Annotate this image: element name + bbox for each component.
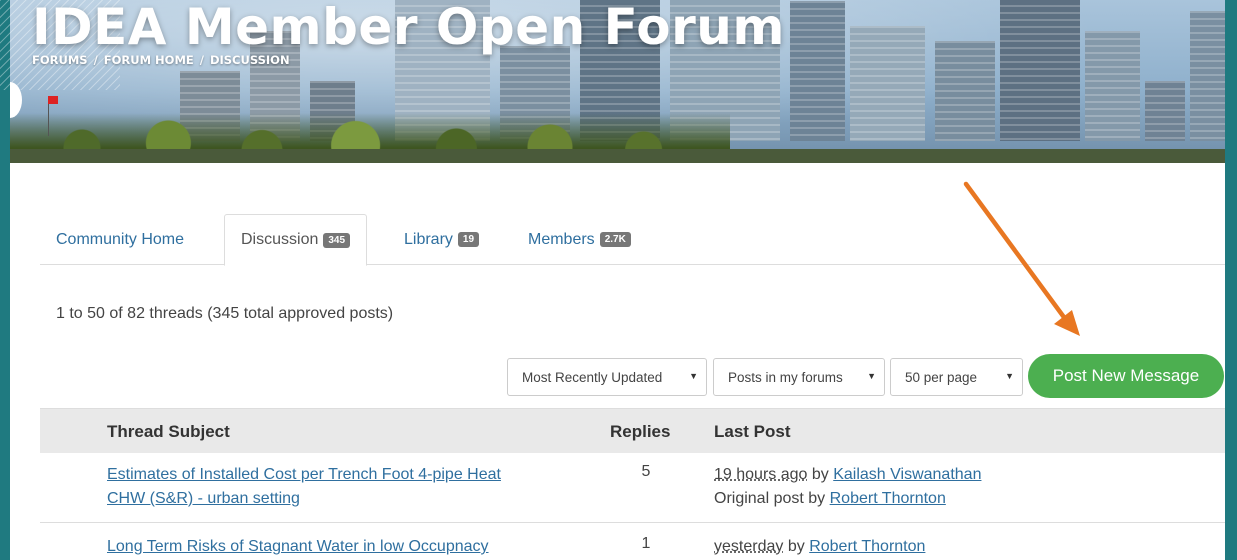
tab-members[interactable]: Members 2.7K: [512, 214, 647, 265]
count-badge: 345: [323, 232, 351, 248]
page: IDEA Member Open Forum FORUMS / FORUM HO…: [10, 0, 1225, 560]
flag-icon: [48, 96, 58, 104]
tab-library[interactable]: Library 19: [388, 214, 495, 265]
per-page-select-value: 50 per page: [905, 369, 978, 385]
caret-down-icon: ▼: [689, 371, 698, 381]
breadcrumb-forum-home[interactable]: FORUM HOME: [104, 53, 194, 67]
frame-edge: [1225, 0, 1237, 560]
thread-count-summary: 1 to 50 of 82 threads (345 total approve…: [56, 305, 394, 322]
per-page-select[interactable]: 50 per page ▼: [890, 358, 1023, 396]
last-post-info: 19 hours ago by Kailash Viswanathan Orig…: [714, 463, 981, 511]
breadcrumb: FORUMS / FORUM HOME / DISCUSSION: [32, 53, 290, 67]
by-text: by: [811, 466, 829, 483]
tab-label: Library: [404, 230, 453, 248]
building: [1085, 31, 1140, 141]
scope-select[interactable]: Posts in my forums ▼: [713, 358, 885, 396]
column-header-subject[interactable]: Thread Subject: [107, 422, 230, 442]
tab-discussion[interactable]: Discussion 345: [224, 214, 368, 266]
forum-title: IDEA Member Open Forum: [32, 0, 785, 56]
building: [935, 41, 995, 141]
post-new-message-button[interactable]: Post New Message: [1028, 354, 1224, 398]
ground: [10, 149, 1225, 163]
count-badge: 19: [457, 232, 480, 247]
by-text: by: [787, 538, 805, 555]
scope-select-value: Posts in my forums: [728, 369, 843, 385]
reply-count: 5: [641, 463, 651, 480]
table-row: Estimates of Installed Cost per Trench F…: [40, 453, 1225, 523]
threads-table-header: Thread Subject Replies Last Post: [40, 408, 1225, 453]
original-post-label: Original post by: [714, 490, 826, 507]
table-row: Long Term Risks of Stagnant Water in low…: [40, 523, 1225, 560]
tab-community-home[interactable]: Community Home: [40, 214, 200, 265]
sort-select[interactable]: Most Recently Updated ▼: [507, 358, 707, 396]
tab-label: Community Home: [56, 230, 185, 248]
building: [1190, 11, 1225, 141]
thread-subject-line: CHW (S&R) - urban setting: [107, 490, 300, 507]
caret-down-icon: ▼: [1005, 371, 1014, 381]
breadcrumb-discussion: DISCUSSION: [209, 53, 290, 67]
tab-label: Discussion: [241, 231, 319, 248]
thread-subject-link[interactable]: Estimates of Installed Cost per Trench F…: [107, 463, 501, 511]
building: [1000, 0, 1080, 141]
sort-select-value: Most Recently Updated: [522, 369, 663, 385]
breadcrumb-separator: /: [93, 53, 98, 67]
last-post-author-link[interactable]: Robert Thornton: [809, 538, 925, 555]
building: [1145, 81, 1185, 141]
last-post-time: 19 hours ago: [714, 466, 808, 483]
hero-banner: IDEA Member Open Forum FORUMS / FORUM HO…: [10, 0, 1225, 163]
thread-subject-line: Long Term Risks of Stagnant Water in low…: [107, 538, 489, 555]
last-post-time: yesterday: [714, 538, 784, 555]
breadcrumb-separator: /: [199, 53, 204, 67]
last-post-info: yesterday by Robert Thornton: [714, 535, 925, 559]
count-badge: 2.7K: [599, 232, 631, 247]
building: [790, 1, 845, 141]
building: [850, 26, 925, 141]
last-post-author-link[interactable]: Kailash Viswanathan: [833, 466, 981, 483]
column-header-replies[interactable]: Replies: [610, 422, 670, 442]
reply-count: 1: [641, 535, 651, 552]
caret-down-icon: ▼: [867, 371, 876, 381]
column-header-last-post[interactable]: Last Post: [714, 422, 791, 442]
thread-subject-line: Estimates of Installed Cost per Trench F…: [107, 466, 501, 483]
tab-label: Members: [528, 230, 595, 248]
breadcrumb-forums[interactable]: FORUMS: [32, 53, 88, 67]
annotation-arrow-icon: [963, 181, 1080, 336]
original-author-link[interactable]: Robert Thornton: [830, 490, 946, 507]
thread-subject-link[interactable]: Long Term Risks of Stagnant Water in low…: [107, 535, 489, 559]
